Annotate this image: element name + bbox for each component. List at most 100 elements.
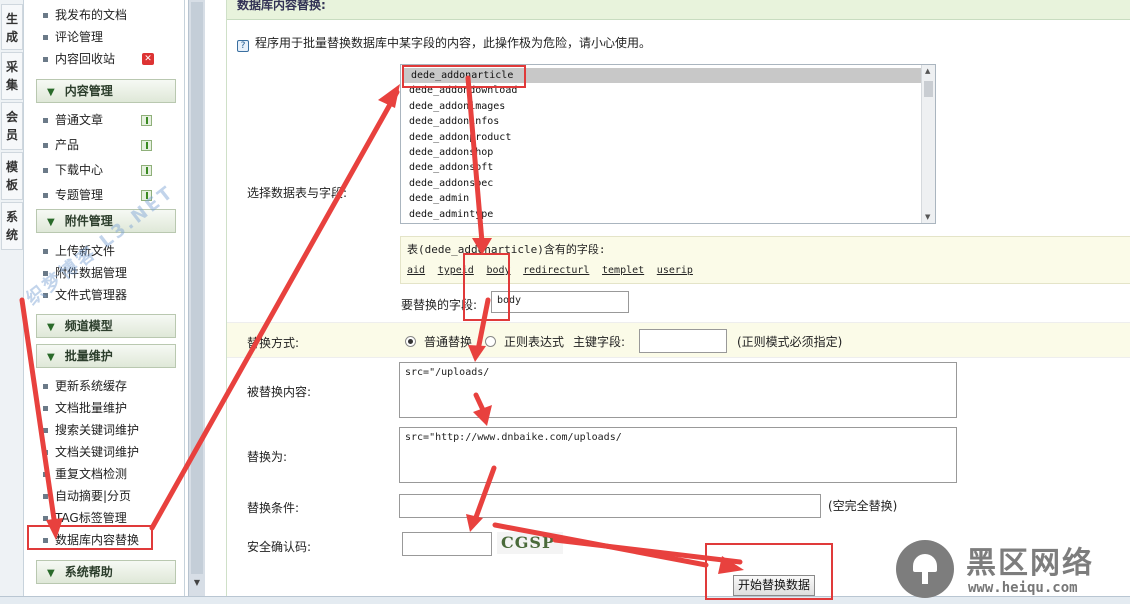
main-panel: 数据库内容替换: ? 程序用于批量替换数据库中某字段的内容，此操作极为危险，请小心…	[226, 0, 1130, 596]
mode-regex-label: 正则表达式	[504, 335, 565, 349]
sidebar-item-product[interactable]: 产品	[43, 135, 79, 155]
bullet-icon	[43, 13, 48, 18]
section-channel[interactable]: ▼ 频道模型	[36, 314, 176, 338]
table-option[interactable]: dede_admintype	[401, 207, 935, 222]
mode-normal-option[interactable]: 普通替换	[405, 333, 472, 350]
primary-key-input[interactable]	[639, 329, 727, 353]
sidebar-item-my-docs[interactable]: 我发布的文档	[43, 5, 127, 25]
section-title: 频道模型	[64, 319, 113, 333]
condition-label: 替换条件:	[247, 501, 300, 515]
scroll-down-icon[interactable]: ▼	[191, 578, 203, 592]
replaced-content-textarea[interactable]: src="/uploads/	[399, 362, 957, 418]
table-option[interactable]: dede_admin	[401, 191, 935, 206]
field-link[interactable]: templet	[602, 265, 644, 276]
sidebar-item-doc-batch[interactable]: 文档批量维护	[43, 398, 127, 418]
vtab-generate[interactable]: 生成	[1, 4, 23, 50]
sidebar-item-doc-keywords[interactable]: 文档关键词维护	[43, 442, 139, 462]
sidebar-item-search-keywords[interactable]: 搜索关键词维护	[43, 420, 139, 440]
sidebar-item-recycle[interactable]: 内容回收站	[43, 49, 115, 69]
table-option[interactable]: dede_addonimages	[401, 99, 935, 114]
sidebar-item-label: 普通文章	[55, 113, 104, 127]
field-link[interactable]: userip	[657, 265, 693, 276]
sidebar-item-label: 更新系统缓存	[55, 379, 128, 393]
add-icon[interactable]	[141, 115, 152, 126]
sidebar-scrollbar[interactable]: ▼	[188, 0, 205, 596]
sidebar-item-label: 文档批量维护	[55, 401, 128, 415]
scrollbar-thumb[interactable]	[924, 81, 933, 97]
captcha-input[interactable]	[402, 532, 492, 556]
vtab-member[interactable]: 会员	[1, 102, 23, 150]
sidebar-item-label: 产品	[55, 138, 80, 152]
condition-input[interactable]	[399, 494, 821, 518]
sidebar-item-auto-summary[interactable]: 自动摘要|分页	[43, 486, 131, 506]
vtab-collect[interactable]: 采集	[1, 52, 23, 100]
bullet-icon	[43, 494, 48, 499]
bullet-icon	[43, 472, 48, 477]
help-icon: ?	[237, 40, 249, 52]
primary-key-label: 主键字段:	[573, 335, 626, 349]
mode-regex-option[interactable]: 正则表达式	[485, 333, 564, 350]
watermark-title: 黑区网络	[966, 546, 1094, 581]
table-option[interactable]: dede_addoninfos	[401, 114, 935, 129]
sidebar-item-label: TAG标签管理	[55, 511, 127, 525]
replace-with-textarea[interactable]: src="http://www.dnbaike.com/uploads/	[399, 427, 957, 483]
sidebar-item-label: 我发布的文档	[55, 8, 128, 22]
field-link[interactable]: redirecturl	[523, 265, 589, 276]
table-option[interactable]: dede_addonspec	[401, 176, 935, 191]
table-select-list[interactable]: dede_addonarticle dede_addondownload ded…	[400, 64, 936, 224]
list-scrollbar[interactable]: ▲ ▼	[921, 65, 935, 223]
field-list-title: 表(dede_addonarticle)含有的字段:	[407, 243, 606, 256]
sidebar-item-article[interactable]: 普通文章	[43, 110, 103, 130]
bullet-icon	[43, 249, 48, 254]
sidebar-item-update-cache[interactable]: 更新系统缓存	[43, 376, 127, 396]
chevron-down-icon: ▼	[47, 322, 55, 333]
scrollbar-thumb[interactable]	[191, 2, 203, 574]
recycle-bin-icon[interactable]: ✕	[142, 53, 154, 65]
bullet-icon	[43, 406, 48, 411]
radio-regex[interactable]	[485, 336, 496, 347]
sidebar-item-download[interactable]: 下载中心	[43, 160, 103, 180]
bullet-icon	[43, 118, 48, 123]
chevron-down-icon: ▼	[47, 87, 55, 98]
add-icon[interactable]	[141, 165, 152, 176]
section-help[interactable]: ▼ 系统帮助	[36, 560, 176, 584]
mode-normal-label: 普通替换	[424, 335, 473, 349]
annotation-box-table	[402, 65, 526, 88]
table-option[interactable]: dede_addonproduct	[401, 130, 935, 145]
sidebar-item-label: 评论管理	[55, 30, 104, 44]
sidebar-item-label: 文件式管理器	[55, 288, 128, 302]
field-link[interactable]: aid	[407, 265, 425, 276]
sidebar-item-topic[interactable]: 专题管理	[43, 185, 103, 205]
sidebar-item-duplicate-check[interactable]: 重复文档检测	[43, 464, 127, 484]
scroll-up-icon[interactable]: ▲	[925, 67, 930, 75]
section-title: 内容管理	[64, 84, 113, 98]
replaced-content-label: 被替换内容:	[247, 385, 312, 399]
replace-mode-label: 替换方式:	[247, 336, 300, 350]
bullet-icon	[43, 57, 48, 62]
annotation-box-submit	[705, 543, 833, 600]
section-title: 系统帮助	[64, 565, 113, 579]
sidebar-item-label: 专题管理	[55, 188, 104, 202]
chevron-down-icon: ▼	[47, 568, 55, 579]
bullet-icon	[43, 168, 48, 173]
table-option[interactable]: dede_addonsoft	[401, 160, 935, 175]
field-to-replace-input[interactable]: body	[491, 291, 629, 313]
captcha-label: 安全确认码:	[247, 540, 312, 554]
sidebar-item-label: 自动摘要|分页	[55, 489, 132, 503]
section-title: 批量维护	[64, 349, 113, 363]
section-content[interactable]: ▼ 内容管理	[36, 79, 176, 103]
bullet-icon	[43, 384, 48, 389]
add-icon[interactable]	[141, 140, 152, 151]
bullet-icon	[43, 428, 48, 433]
vtab-template[interactable]: 模板	[1, 152, 23, 200]
radio-normal[interactable]	[405, 336, 416, 347]
table-option[interactable]: dede_addonshop	[401, 145, 935, 160]
panel-title: 数据库内容替换:	[227, 0, 1130, 20]
scroll-down-icon[interactable]: ▼	[925, 213, 930, 221]
select-table-label: 选择数据表与字段:	[247, 186, 348, 200]
vtab-system[interactable]: 系统	[1, 202, 23, 250]
sidebar-item-comments[interactable]: 评论管理	[43, 27, 103, 47]
chevron-down-icon: ▼	[47, 352, 55, 363]
captcha-image[interactable]: CGSP	[497, 532, 563, 554]
section-batch[interactable]: ▼ 批量维护	[36, 344, 176, 368]
